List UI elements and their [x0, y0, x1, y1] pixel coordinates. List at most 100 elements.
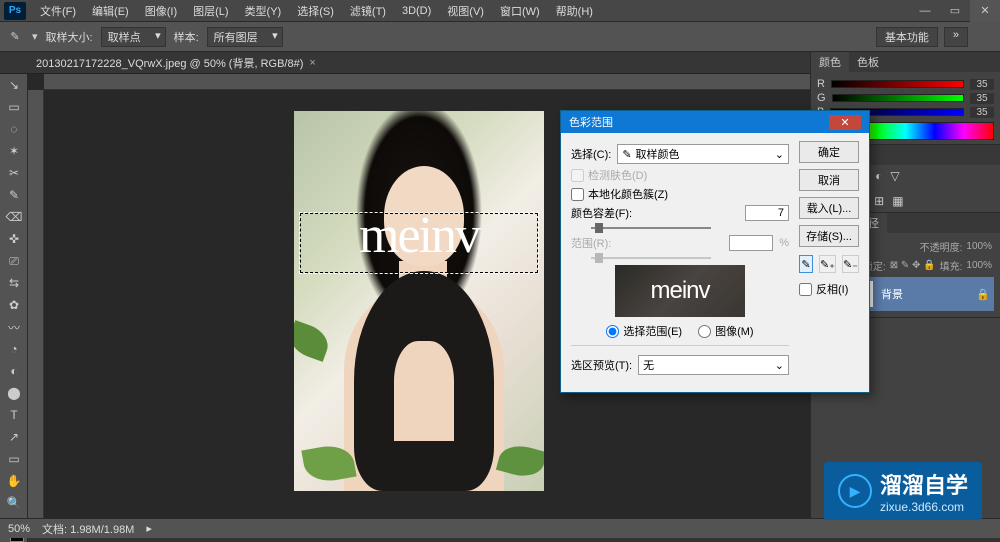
- zoom-tool[interactable]: 🔍: [0, 492, 28, 514]
- r-value[interactable]: 35: [970, 79, 994, 90]
- range-percent: %: [779, 237, 789, 249]
- dialog-title: 色彩范围: [569, 114, 613, 130]
- path-select-tool[interactable]: ↗: [0, 426, 28, 448]
- shape-tool[interactable]: ▭: [0, 448, 28, 470]
- menu-view[interactable]: 视图(V): [439, 3, 492, 19]
- g-value[interactable]: 35: [970, 93, 994, 104]
- preview-text: meinv: [650, 277, 709, 305]
- range-slider: [591, 257, 711, 259]
- zoom-level[interactable]: 50%: [8, 523, 30, 535]
- adjust-channel-mixer-icon[interactable]: ⊞: [874, 194, 884, 208]
- close-button[interactable]: ✕: [970, 0, 1000, 22]
- document-tab[interactable]: 20130217172228_VQrwX.jpeg @ 50% (背景, RGB…: [28, 53, 324, 73]
- workspace-menu-icon[interactable]: »: [944, 27, 968, 47]
- sample-dropdown[interactable]: 所有图层: [207, 27, 283, 47]
- menu-window[interactable]: 窗口(W): [492, 3, 548, 19]
- radio-image[interactable]: 图像(M): [698, 323, 754, 339]
- cancel-button[interactable]: 取消: [799, 169, 859, 191]
- eyedropper-sample-icon[interactable]: ✎: [799, 255, 813, 273]
- adjust-exposure-icon[interactable]: ◐: [875, 169, 882, 186]
- menu-image[interactable]: 图像(I): [137, 3, 185, 19]
- menu-filter[interactable]: 滤镜(T): [342, 3, 394, 19]
- status-arrow-icon[interactable]: ▸: [146, 522, 152, 535]
- localized-checkbox[interactable]: [571, 188, 584, 201]
- fill-value[interactable]: 100%: [966, 260, 992, 271]
- opacity-label: 不透明度:: [920, 239, 963, 254]
- load-button[interactable]: 载入(L)...: [799, 197, 859, 219]
- ok-button[interactable]: 确定: [799, 141, 859, 163]
- watermark-brand: 溜溜自学: [880, 468, 968, 500]
- adjust-color-lookup-icon[interactable]: ▦: [892, 194, 903, 208]
- fuzziness-input[interactable]: [745, 205, 789, 221]
- tab-close-icon[interactable]: ×: [309, 57, 315, 69]
- sample-size-dropdown[interactable]: 取样点: [101, 27, 166, 47]
- maximize-button[interactable]: ▭: [940, 0, 970, 22]
- workspace-button[interactable]: 基本功能: [876, 27, 938, 47]
- type-tool[interactable]: T: [0, 404, 28, 426]
- selection-preview-dropdown[interactable]: 无: [638, 355, 789, 375]
- blur-tool[interactable]: ◔: [0, 338, 28, 360]
- fuzziness-slider[interactable]: [591, 227, 711, 229]
- minimize-button[interactable]: —: [910, 0, 940, 22]
- layer-name[interactable]: 背景: [881, 286, 903, 302]
- dodge-tool[interactable]: ◐: [0, 360, 28, 382]
- pen-tool[interactable]: ⬤: [0, 382, 28, 404]
- move-tool[interactable]: ↘: [0, 74, 28, 96]
- g-slider[interactable]: [832, 94, 964, 102]
- radio-image-label: 图像(M): [715, 323, 754, 339]
- radio-selection[interactable]: 选择范围(E): [606, 323, 682, 339]
- selection-preview-label: 选区预览(T):: [571, 357, 632, 373]
- menu-select[interactable]: 选择(S): [289, 3, 342, 19]
- detect-faces-label: 检测肤色(D): [588, 167, 647, 183]
- play-icon: ▶: [838, 474, 872, 508]
- r-label: R: [817, 78, 825, 90]
- image-content: [394, 341, 454, 441]
- lock-icons[interactable]: ⊠ ✎ ✥ 🔒: [890, 260, 936, 271]
- selection-preview-value: 无: [643, 357, 654, 373]
- stamp-tool[interactable]: ⎚: [0, 250, 28, 272]
- hand-tool[interactable]: ✋: [0, 470, 28, 492]
- adjust-vibrance-icon[interactable]: ▽: [890, 169, 899, 186]
- r-slider[interactable]: [831, 80, 964, 88]
- menu-3d[interactable]: 3D(D): [394, 5, 439, 17]
- radio-selection-input[interactable]: [606, 325, 619, 338]
- eraser-tool[interactable]: ✿: [0, 294, 28, 316]
- opacity-value[interactable]: 100%: [966, 241, 992, 252]
- document-info[interactable]: 文档: 1.98M/1.98M: [42, 521, 134, 537]
- range-input: [729, 235, 773, 251]
- menu-type[interactable]: 类型(Y): [237, 3, 290, 19]
- dialog-title-bar[interactable]: 色彩范围 ✕: [561, 111, 869, 133]
- menu-file[interactable]: 文件(F): [32, 3, 84, 19]
- invert-checkbox-row[interactable]: 反相(I): [799, 281, 859, 297]
- document-canvas[interactable]: meinv: [294, 111, 544, 491]
- app-logo: Ps: [4, 2, 26, 20]
- menu-bar: Ps 文件(F) 编辑(E) 图像(I) 图层(L) 类型(Y) 选择(S) 滤…: [0, 0, 1000, 22]
- healing-tool[interactable]: ⌫: [0, 206, 28, 228]
- menu-edit[interactable]: 编辑(E): [84, 3, 137, 19]
- eyedropper-icon: ✎: [6, 28, 24, 46]
- radio-image-input[interactable]: [698, 325, 711, 338]
- magic-wand-tool[interactable]: ✶: [0, 140, 28, 162]
- invert-checkbox[interactable]: [799, 283, 812, 296]
- crop-tool[interactable]: ✂: [0, 162, 28, 184]
- color-range-dialog: 色彩范围 ✕ 选择(C): ✎ 取样颜色 检测肤色(D) 本地化颜色簇(Z) 颜…: [560, 110, 870, 393]
- dialog-close-button[interactable]: ✕: [829, 115, 861, 130]
- marquee-tool[interactable]: ▭: [0, 96, 28, 118]
- lasso-tool[interactable]: ◌: [0, 118, 28, 140]
- fill-label: 填充:: [940, 258, 963, 273]
- history-brush-tool[interactable]: ⇆: [0, 272, 28, 294]
- swatches-tab[interactable]: 色板: [849, 52, 887, 72]
- eyedropper-add-icon[interactable]: ✎₊: [819, 255, 836, 273]
- gradient-tool[interactable]: 〰: [0, 316, 28, 338]
- brush-tool[interactable]: ✜: [0, 228, 28, 250]
- eyedropper-tool[interactable]: ✎: [0, 184, 28, 206]
- window-controls: — ▭ ✕: [910, 0, 1000, 22]
- select-dropdown[interactable]: ✎ 取样颜色: [617, 144, 789, 164]
- menu-layer[interactable]: 图层(L): [185, 3, 236, 19]
- b-value[interactable]: 35: [970, 107, 994, 118]
- eyedropper-subtract-icon[interactable]: ✎₋: [842, 255, 859, 273]
- save-button[interactable]: 存储(S)...: [799, 225, 859, 247]
- watermark: ▶ 溜溜自学 zixue.3d66.com: [824, 462, 982, 520]
- menu-help[interactable]: 帮助(H): [548, 3, 601, 19]
- color-tab[interactable]: 颜色: [811, 52, 849, 72]
